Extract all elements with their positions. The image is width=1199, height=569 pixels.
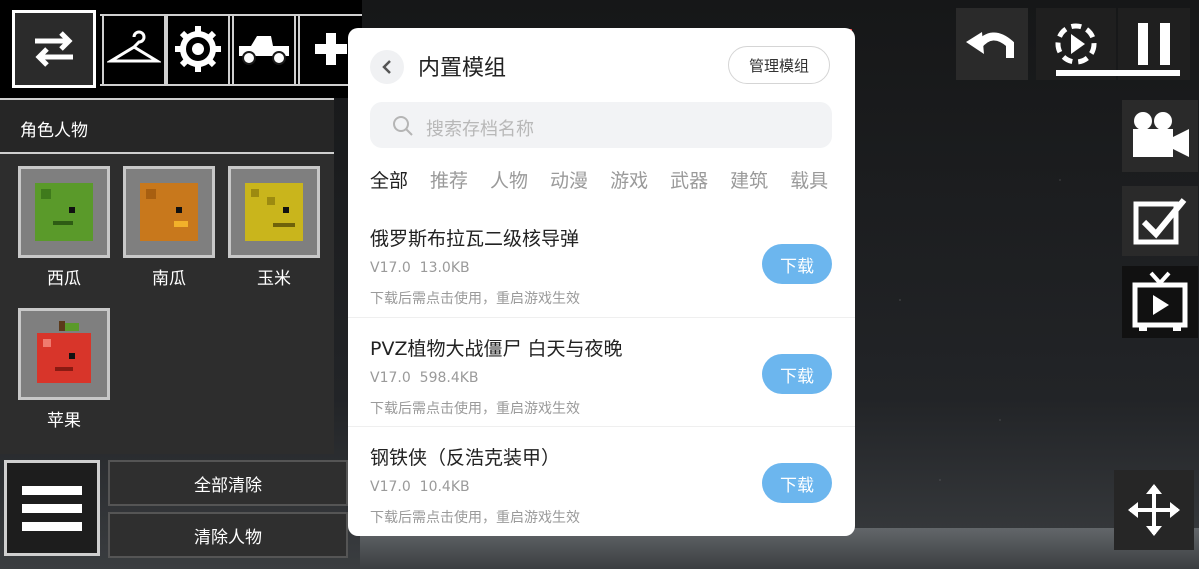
tab-buildings[interactable]: 建筑	[730, 166, 768, 193]
character-panel: 角色人物 西瓜 南瓜 玉米 苹果	[0, 98, 334, 454]
item-label: 西瓜	[47, 269, 81, 289]
settings-button[interactable]	[166, 14, 230, 84]
pumpkin-head-icon	[140, 183, 198, 241]
mod-meta: V17.0 598.4KB	[370, 370, 479, 386]
item-label: 南瓜	[152, 269, 186, 289]
item-label: 苹果	[47, 411, 81, 431]
gear-icon	[175, 26, 221, 72]
tab-all[interactable]: 全部	[370, 166, 408, 193]
menu-button[interactable]	[4, 460, 100, 556]
list-item[interactable]: PVZ植物大战僵尸 白天与夜晚 V17.0 598.4KB 下载后需点击使用，重…	[348, 317, 855, 425]
item-tile	[18, 166, 110, 258]
download-button[interactable]: 下载	[762, 244, 832, 284]
mod-name: 俄罗斯布拉瓦二级核导弹	[370, 228, 580, 250]
tv-button[interactable]	[1122, 266, 1198, 338]
search-placeholder: 搜索存档名称	[426, 119, 534, 140]
item-pumpkin[interactable]: 南瓜	[123, 166, 215, 289]
mod-meta: V17.0 13.0KB	[370, 260, 470, 276]
item-tile	[123, 166, 215, 258]
mod-size: 598.4KB	[419, 370, 479, 386]
tv-icon	[1132, 271, 1188, 331]
category-tabs: 全部 推荐 人物 动漫 游戏 武器 建筑 载具	[370, 166, 855, 196]
chevron-left-icon	[382, 60, 391, 74]
manage-mods-button[interactable]: 管理模组	[728, 46, 830, 84]
mod-meta: V17.0 10.4KB	[370, 479, 470, 495]
watermelon-head-icon	[35, 183, 93, 241]
search-icon	[393, 116, 413, 136]
back-button[interactable]	[370, 50, 404, 84]
mod-name: PVZ植物大战僵尸 白天与夜晚	[370, 338, 623, 360]
panel-header: 角色人物	[0, 98, 334, 154]
video-camera-icon	[1133, 112, 1189, 157]
builtin-mods-dialog: 内置模组 管理模组 搜索存档名称 全部 推荐 人物 动漫 游戏 武器 建筑 载具 俄罗斯布拉瓦…	[348, 28, 855, 536]
clear-people-button[interactable]: 清除人物	[108, 512, 348, 558]
dialog-title: 内置模组	[418, 56, 507, 81]
mod-note: 下载后需点击使用，重启游戏生效	[370, 291, 580, 307]
tab-weapons[interactable]: 武器	[670, 166, 708, 193]
swap-button[interactable]	[12, 10, 96, 88]
list-item[interactable]: 俄罗斯布拉瓦二级核导弹 V17.0 13.0KB 下载后需点击使用，重启游戏生效…	[348, 208, 855, 316]
jeep-icon	[239, 36, 289, 65]
mod-name: 钢铁侠（反浩克装甲）	[370, 447, 561, 469]
item-apple[interactable]: 苹果	[18, 308, 110, 431]
mod-size: 13.0KB	[419, 260, 470, 276]
item-corn[interactable]: 玉米	[228, 166, 320, 289]
mod-version: V17.0	[370, 370, 411, 386]
item-tile	[18, 308, 110, 400]
plus-icon	[315, 33, 347, 65]
mod-note: 下载后需点击使用，重启游戏生效	[370, 510, 580, 526]
slow-motion-icon	[1055, 23, 1097, 65]
time-scale-bar	[1056, 70, 1180, 76]
hanger-icon	[107, 30, 161, 63]
tab-games[interactable]: 游戏	[610, 166, 648, 193]
checkbox-button[interactable]	[1122, 186, 1198, 256]
swap-arrows-icon	[35, 31, 73, 67]
tab-recommended[interactable]: 推荐	[430, 166, 468, 193]
mod-version: V17.0	[370, 260, 411, 276]
clothing-button[interactable]	[102, 14, 166, 84]
checkbox-icon	[1133, 198, 1187, 245]
mod-size: 10.4KB	[419, 479, 470, 495]
apple-head-icon	[37, 321, 91, 383]
hamburger-icon	[22, 486, 82, 531]
move-button[interactable]	[1114, 470, 1194, 550]
toolbar-divider	[100, 84, 362, 86]
tab-vehicles[interactable]: 载具	[790, 166, 828, 193]
vehicle-button[interactable]	[232, 14, 296, 84]
tab-characters[interactable]: 人物	[490, 166, 528, 193]
undo-button[interactable]	[956, 8, 1028, 80]
clear-all-button[interactable]: 全部清除	[108, 460, 348, 506]
move-arrows-icon	[1128, 484, 1180, 536]
undo-icon	[966, 32, 1014, 58]
corn-head-icon	[245, 183, 303, 241]
camera-button[interactable]	[1122, 100, 1198, 172]
panel-title: 角色人物	[20, 121, 88, 141]
tab-anime[interactable]: 动漫	[550, 166, 588, 193]
mod-version: V17.0	[370, 479, 411, 495]
item-watermelon[interactable]: 西瓜	[18, 166, 110, 289]
mod-note: 下载后需点击使用，重启游戏生效	[370, 401, 580, 417]
list-item[interactable]: 钢铁侠（反浩克装甲） V17.0 10.4KB 下载后需点击使用，重启游戏生效 …	[348, 426, 855, 534]
download-button[interactable]: 下载	[762, 463, 832, 503]
item-tile	[228, 166, 320, 258]
pause-icon	[1138, 23, 1170, 65]
download-button[interactable]: 下载	[762, 354, 832, 394]
search-input[interactable]: 搜索存档名称	[370, 102, 832, 148]
top-toolbar	[0, 0, 362, 98]
item-label: 玉米	[257, 269, 291, 289]
